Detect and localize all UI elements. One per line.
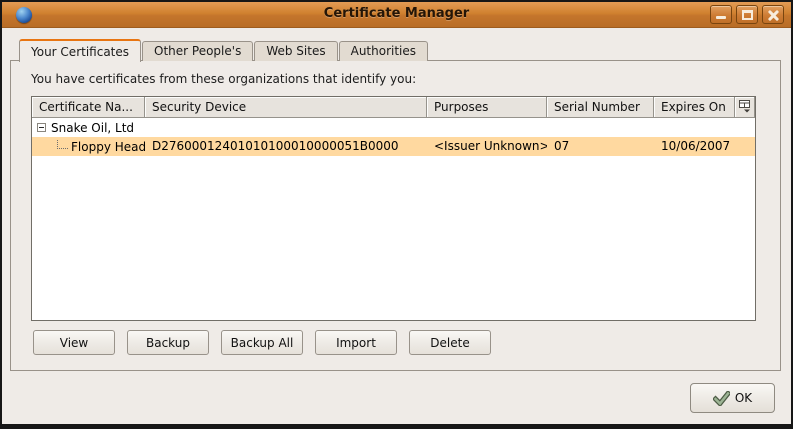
description-text: You have certificates from these organiz… xyxy=(31,72,416,86)
tab-panel: You have certificates from these organiz… xyxy=(10,60,781,371)
close-icon xyxy=(763,6,783,23)
tab-your-certificates[interactable]: Your Certificates xyxy=(19,39,141,62)
column-header-certificate-name[interactable]: Certificate Na... xyxy=(32,97,145,118)
tab-web-sites[interactable]: Web Sites xyxy=(254,41,337,61)
ok-button[interactable]: OK xyxy=(690,383,775,413)
tab-authorities[interactable]: Authorities xyxy=(339,41,428,61)
table-header-row: Certificate Na... Security Device Purpos… xyxy=(32,97,755,118)
column-header-serial-number[interactable]: Serial Number xyxy=(547,97,654,118)
cell-expires-on: 10/06/2007 xyxy=(654,137,735,156)
titlebar[interactable]: Certificate Manager xyxy=(2,2,791,28)
backup-button[interactable]: Backup xyxy=(127,330,209,355)
maximize-icon xyxy=(742,10,753,20)
tab-bar: Your Certificates Other People's Web Sit… xyxy=(19,38,428,61)
table-columns-icon xyxy=(738,99,752,113)
delete-button[interactable]: Delete xyxy=(409,330,491,355)
close-button[interactable] xyxy=(762,5,784,24)
column-header-expires-on[interactable]: Expires On xyxy=(654,97,735,118)
view-button[interactable]: View xyxy=(33,330,115,355)
column-header-purposes[interactable]: Purposes xyxy=(427,97,547,118)
cell-serial-number: 07 xyxy=(547,137,654,156)
group-name: Snake Oil, Ltd xyxy=(51,121,134,135)
window-title: Certificate Manager xyxy=(324,6,469,21)
minimize-button[interactable] xyxy=(710,5,732,24)
certificate-name: Floppy Head xyxy=(71,140,145,154)
cell-security-device: D27600012401010100010000051B0000 xyxy=(145,137,427,156)
backup-all-button[interactable]: Backup All xyxy=(221,330,303,355)
tab-other-peoples[interactable]: Other People's xyxy=(142,41,253,61)
action-button-row: View Backup Backup All Import Delete xyxy=(33,330,491,355)
table-row-group[interactable]: Snake Oil, Ltd xyxy=(32,118,755,137)
column-header-security-device[interactable]: Security Device xyxy=(145,97,427,118)
window-controls xyxy=(710,5,784,24)
certificate-table: Certificate Na... Security Device Purpos… xyxy=(31,96,756,321)
column-picker-button[interactable] xyxy=(735,97,755,118)
ok-button-label: OK xyxy=(735,391,752,405)
globe-icon xyxy=(16,7,32,23)
minimize-icon xyxy=(716,16,726,19)
tree-connector xyxy=(57,140,68,149)
ok-check-icon xyxy=(713,391,730,406)
maximize-button[interactable] xyxy=(736,5,758,24)
table-row-certificate[interactable]: Floppy Head D27600012401010100010000051B… xyxy=(32,137,755,156)
cell-purposes: <Issuer Unknown> xyxy=(427,137,547,156)
import-button[interactable]: Import xyxy=(315,330,397,355)
tree-collapse-icon[interactable] xyxy=(37,123,46,132)
certificate-manager-window: Certificate Manager Your Certificates Ot… xyxy=(0,0,793,429)
